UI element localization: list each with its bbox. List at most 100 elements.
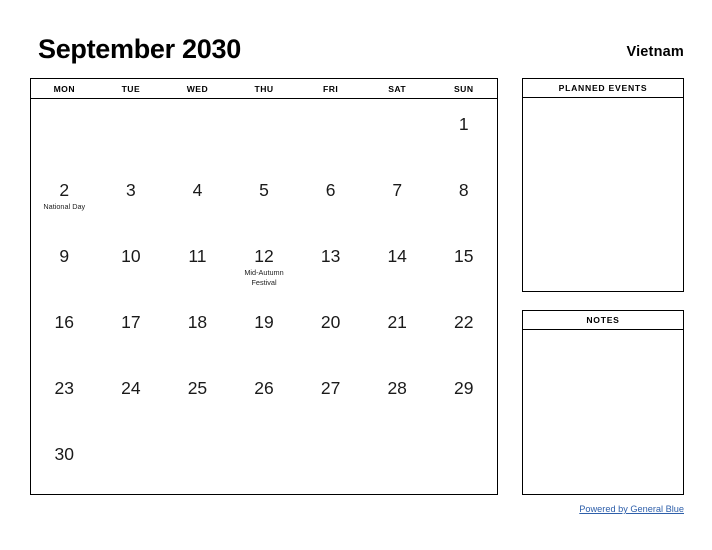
day-number: 14 <box>387 246 407 266</box>
day-cell[interactable]: 24 <box>98 363 165 429</box>
day-number: 18 <box>187 312 208 332</box>
day-number: 29 <box>454 378 474 398</box>
day-cell[interactable]: 3 <box>98 165 165 231</box>
day-number: 22 <box>454 312 474 332</box>
day-number: 26 <box>254 378 274 398</box>
day-cell[interactable]: 21 <box>364 297 431 363</box>
day-number: 25 <box>187 378 208 398</box>
planned-events-title: PLANNED EVENTS <box>523 79 683 98</box>
day-cell[interactable]: 19 <box>231 297 298 363</box>
day-number: 11 <box>188 246 207 266</box>
day-event-label: National Day <box>43 202 86 211</box>
day-number: 19 <box>254 312 274 332</box>
day-cell-empty <box>297 99 364 165</box>
day-cell[interactable]: 9 <box>31 231 98 297</box>
weekday-header-sat: SAT <box>388 83 407 94</box>
day-cell[interactable]: 20 <box>297 297 364 363</box>
country-label: Vietnam <box>626 44 684 60</box>
day-number: 28 <box>387 378 407 398</box>
day-number: 6 <box>325 180 336 200</box>
day-cell[interactable]: 6 <box>297 165 364 231</box>
day-cell[interactable]: 2 National Day <box>31 165 98 231</box>
day-number: 4 <box>192 180 203 200</box>
day-cell[interactable]: 8 <box>430 165 497 231</box>
day-cell-empty <box>231 429 298 495</box>
powered-by-link[interactable]: Powered by General Blue <box>579 504 684 514</box>
day-cell-empty <box>364 99 431 165</box>
weekday-header-fri: FRI <box>323 83 339 94</box>
day-number: 8 <box>458 180 469 200</box>
day-cell-empty <box>164 99 231 165</box>
weekday-header-thu: THU <box>254 83 274 94</box>
weekday-header-wed: WED <box>186 83 209 94</box>
calendar-week-row: 2 National Day 3 4 5 6 7 8 <box>31 165 497 231</box>
day-number: 24 <box>121 378 141 398</box>
day-cell-empty <box>231 99 298 165</box>
day-cell-empty <box>98 429 165 495</box>
day-cell[interactable]: 16 <box>31 297 98 363</box>
calendar-week-row: 23 24 25 26 27 28 29 <box>31 363 497 429</box>
calendar-week-row: 16 17 18 19 20 21 22 <box>31 297 497 363</box>
day-number: 21 <box>387 312 407 332</box>
day-number: 27 <box>320 378 341 398</box>
weekday-header-tue: TUE <box>121 83 141 94</box>
day-number: 10 <box>121 246 141 266</box>
day-cell-empty <box>31 99 98 165</box>
day-number: 30 <box>54 444 75 464</box>
day-cell[interactable]: 22 <box>430 297 497 363</box>
day-cell[interactable]: 30 <box>31 429 98 495</box>
calendar-week-row: 1 <box>31 99 497 165</box>
notes-title: NOTES <box>523 311 683 330</box>
page-header: September 2030 Vietnam <box>0 0 712 78</box>
day-cell[interactable]: 26 <box>231 363 298 429</box>
day-cell[interactable]: 14 <box>364 231 431 297</box>
calendar-week-row: 30 <box>31 429 497 495</box>
planned-events-body[interactable] <box>523 98 683 291</box>
day-number: 3 <box>126 180 136 200</box>
day-number: 17 <box>121 312 141 332</box>
day-cell[interactable]: 27 <box>297 363 364 429</box>
notes-body[interactable] <box>523 330 683 494</box>
day-cell[interactable]: 13 <box>297 231 364 297</box>
day-number: 16 <box>54 312 75 332</box>
day-number: 12 <box>254 246 274 266</box>
day-number: 2 <box>59 180 70 200</box>
day-number: 23 <box>54 378 75 398</box>
day-cell[interactable]: 7 <box>364 165 431 231</box>
day-cell[interactable]: 23 <box>31 363 98 429</box>
weekday-header-row: MON TUE WED THU FRI SAT SUN <box>31 79 497 99</box>
day-cell[interactable]: 4 <box>164 165 231 231</box>
calendar-grid: MON TUE WED THU FRI SAT SUN 1 2 National Day 3 4 5 6… <box>30 78 498 495</box>
day-number: 15 <box>454 246 474 266</box>
page-title: September 2030 <box>38 34 241 64</box>
planned-events-panel: PLANNED EVENTS <box>522 78 684 292</box>
day-number: 20 <box>320 312 341 332</box>
day-cell[interactable]: 11 <box>164 231 231 297</box>
day-number: 1 <box>458 114 469 134</box>
day-cell[interactable]: 18 <box>164 297 231 363</box>
weekday-header-mon: MON <box>53 83 75 94</box>
day-cell[interactable]: 25 <box>164 363 231 429</box>
day-cell[interactable]: 10 <box>98 231 165 297</box>
day-cell-empty <box>164 429 231 495</box>
day-event-label: Mid-Autumn Festival <box>244 268 284 287</box>
day-cell[interactable]: 17 <box>98 297 165 363</box>
day-cell[interactable]: 29 <box>430 363 497 429</box>
day-cell[interactable]: 28 <box>364 363 431 429</box>
weekday-header-sun: SUN <box>454 83 474 94</box>
day-cell-empty <box>430 429 497 495</box>
day-number: 13 <box>320 246 341 266</box>
day-cell-empty <box>364 429 431 495</box>
day-number: 9 <box>59 246 70 266</box>
day-number: 7 <box>392 180 403 200</box>
calendar-week-row: 9 10 11 12 Mid-Autumn Festival 13 14 15 <box>31 231 497 297</box>
day-cell[interactable]: 5 <box>231 165 298 231</box>
calendar-weeks: 1 2 National Day 3 4 5 6 7 8 9 10 11 12 Mid-Autumn Fe… <box>31 99 497 495</box>
day-cell[interactable]: 1 <box>430 99 497 165</box>
day-cell-empty <box>98 99 165 165</box>
notes-panel: NOTES <box>522 310 684 495</box>
day-cell[interactable]: 12 Mid-Autumn Festival <box>231 231 298 297</box>
day-cell[interactable]: 15 <box>430 231 497 297</box>
day-number: 5 <box>259 180 269 200</box>
day-cell-empty <box>297 429 364 495</box>
